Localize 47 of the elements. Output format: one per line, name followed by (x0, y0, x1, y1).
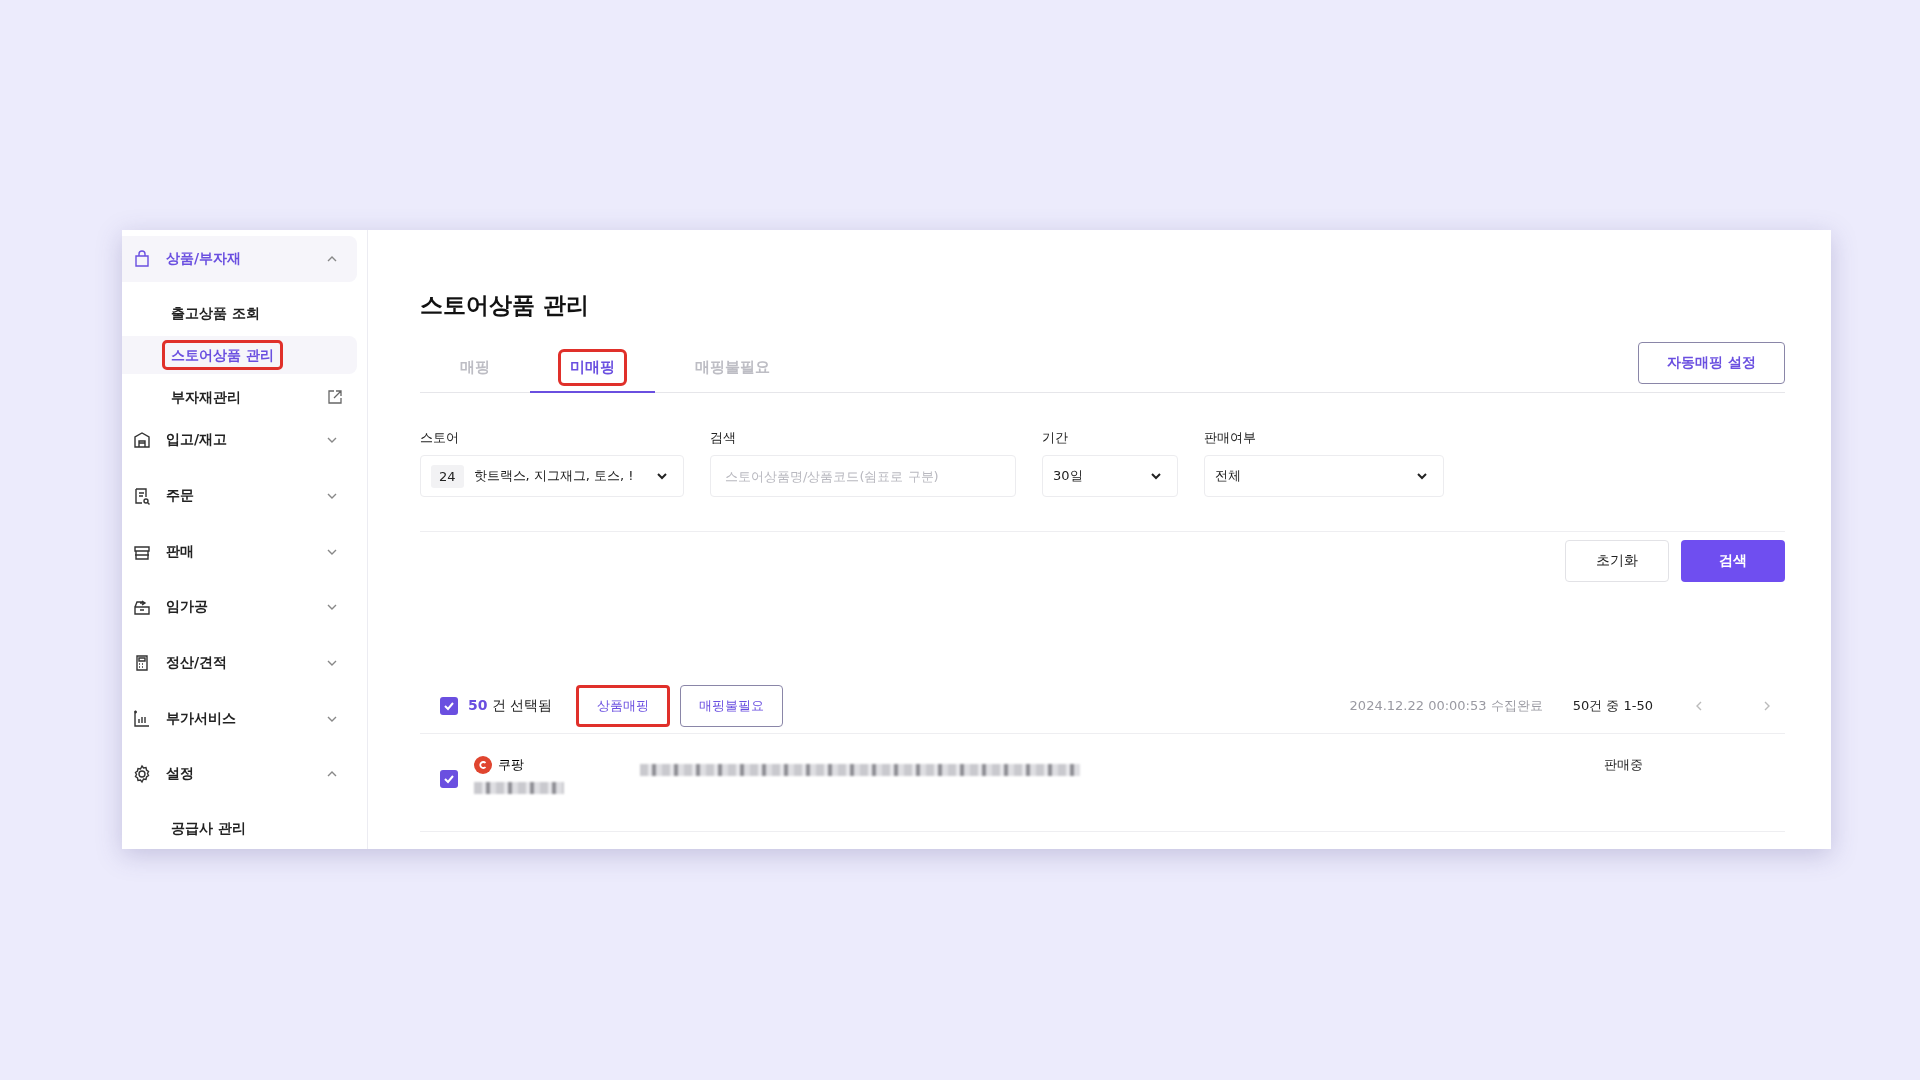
collected-time: 2024.12.22 00:00:53 수집완료 (1349, 696, 1543, 715)
sale-status-select[interactable]: 전체 (1204, 455, 1444, 497)
bag-icon (132, 248, 152, 269)
search-field[interactable]: 스토어상품명/상품코드(쉼표로 구분) (710, 455, 1016, 497)
reset-button[interactable]: 초기화 (1565, 540, 1669, 582)
action-button[interactable]: 매핑불필요 (680, 684, 784, 727)
sidebar-group[interactable]: 부가서비스 (122, 695, 357, 742)
auto-mapping-button[interactable]: 자동매핑 설정 (1638, 342, 1785, 384)
sidebar-group[interactable]: 정산/견적 (122, 640, 357, 686)
period-select[interactable]: 30일 (1042, 455, 1178, 497)
document-search-icon (132, 486, 152, 507)
sidebar-group[interactable]: 설정 (122, 751, 357, 798)
selection-count: 50 건 선택됨 (468, 696, 553, 715)
action-button[interactable]: 상품매핑 (576, 684, 671, 727)
page-title: 스토어상품 관리 (420, 291, 590, 320)
store-select[interactable]: 24 핫트랙스, 지그재그, 토스, ! (420, 455, 684, 497)
sidebar-item[interactable]: 부자재관리 (122, 377, 357, 416)
field-label: 검색 (710, 429, 737, 447)
sidebar-group[interactable]: 판매 (122, 528, 357, 575)
bar-chart-icon (132, 708, 152, 729)
store-name: 쿠팡 (498, 756, 524, 774)
sidebar-group[interactable]: 주문 (122, 473, 357, 519)
sidebar-item[interactable]: 공급사 관리 (122, 809, 357, 848)
item-label: 공급사 관리 (170, 819, 247, 839)
sidebar-item[interactable]: 출고상품 조회 (122, 293, 357, 332)
field-label: 판매여부 (1204, 429, 1257, 447)
inbox-icon (132, 597, 152, 618)
sidebar-group[interactable]: 상품/부자재 (122, 236, 357, 282)
row-checkbox[interactable] (440, 770, 458, 788)
field-label: 기간 (1042, 429, 1069, 447)
search-button[interactable]: 검색 (1681, 540, 1785, 582)
sidebar-group[interactable]: 임가공 (122, 584, 357, 631)
pagination-info: 50건 중 1-50 (1572, 696, 1653, 715)
tab[interactable]: 미매핑 (530, 343, 655, 393)
select-all-checkbox[interactable] (440, 696, 458, 715)
highlighted-label: 스토어상품 관리 (162, 339, 283, 370)
sidebar-group[interactable]: 입고/재고 (122, 417, 357, 464)
store-logo-icon (474, 756, 492, 774)
item-label: 출고상품 조회 (170, 303, 261, 323)
gear-icon (132, 764, 152, 785)
checkmark-icon (443, 773, 455, 785)
sidebar-item[interactable]: 스토어상품 관리 (122, 335, 357, 374)
field-label: 스토어 (420, 429, 460, 447)
item-label: 부자재관리 (170, 387, 242, 407)
sale-status: 판매중 (1604, 756, 1643, 774)
warehouse-icon (132, 430, 152, 451)
external-link-icon[interactable] (327, 388, 343, 405)
